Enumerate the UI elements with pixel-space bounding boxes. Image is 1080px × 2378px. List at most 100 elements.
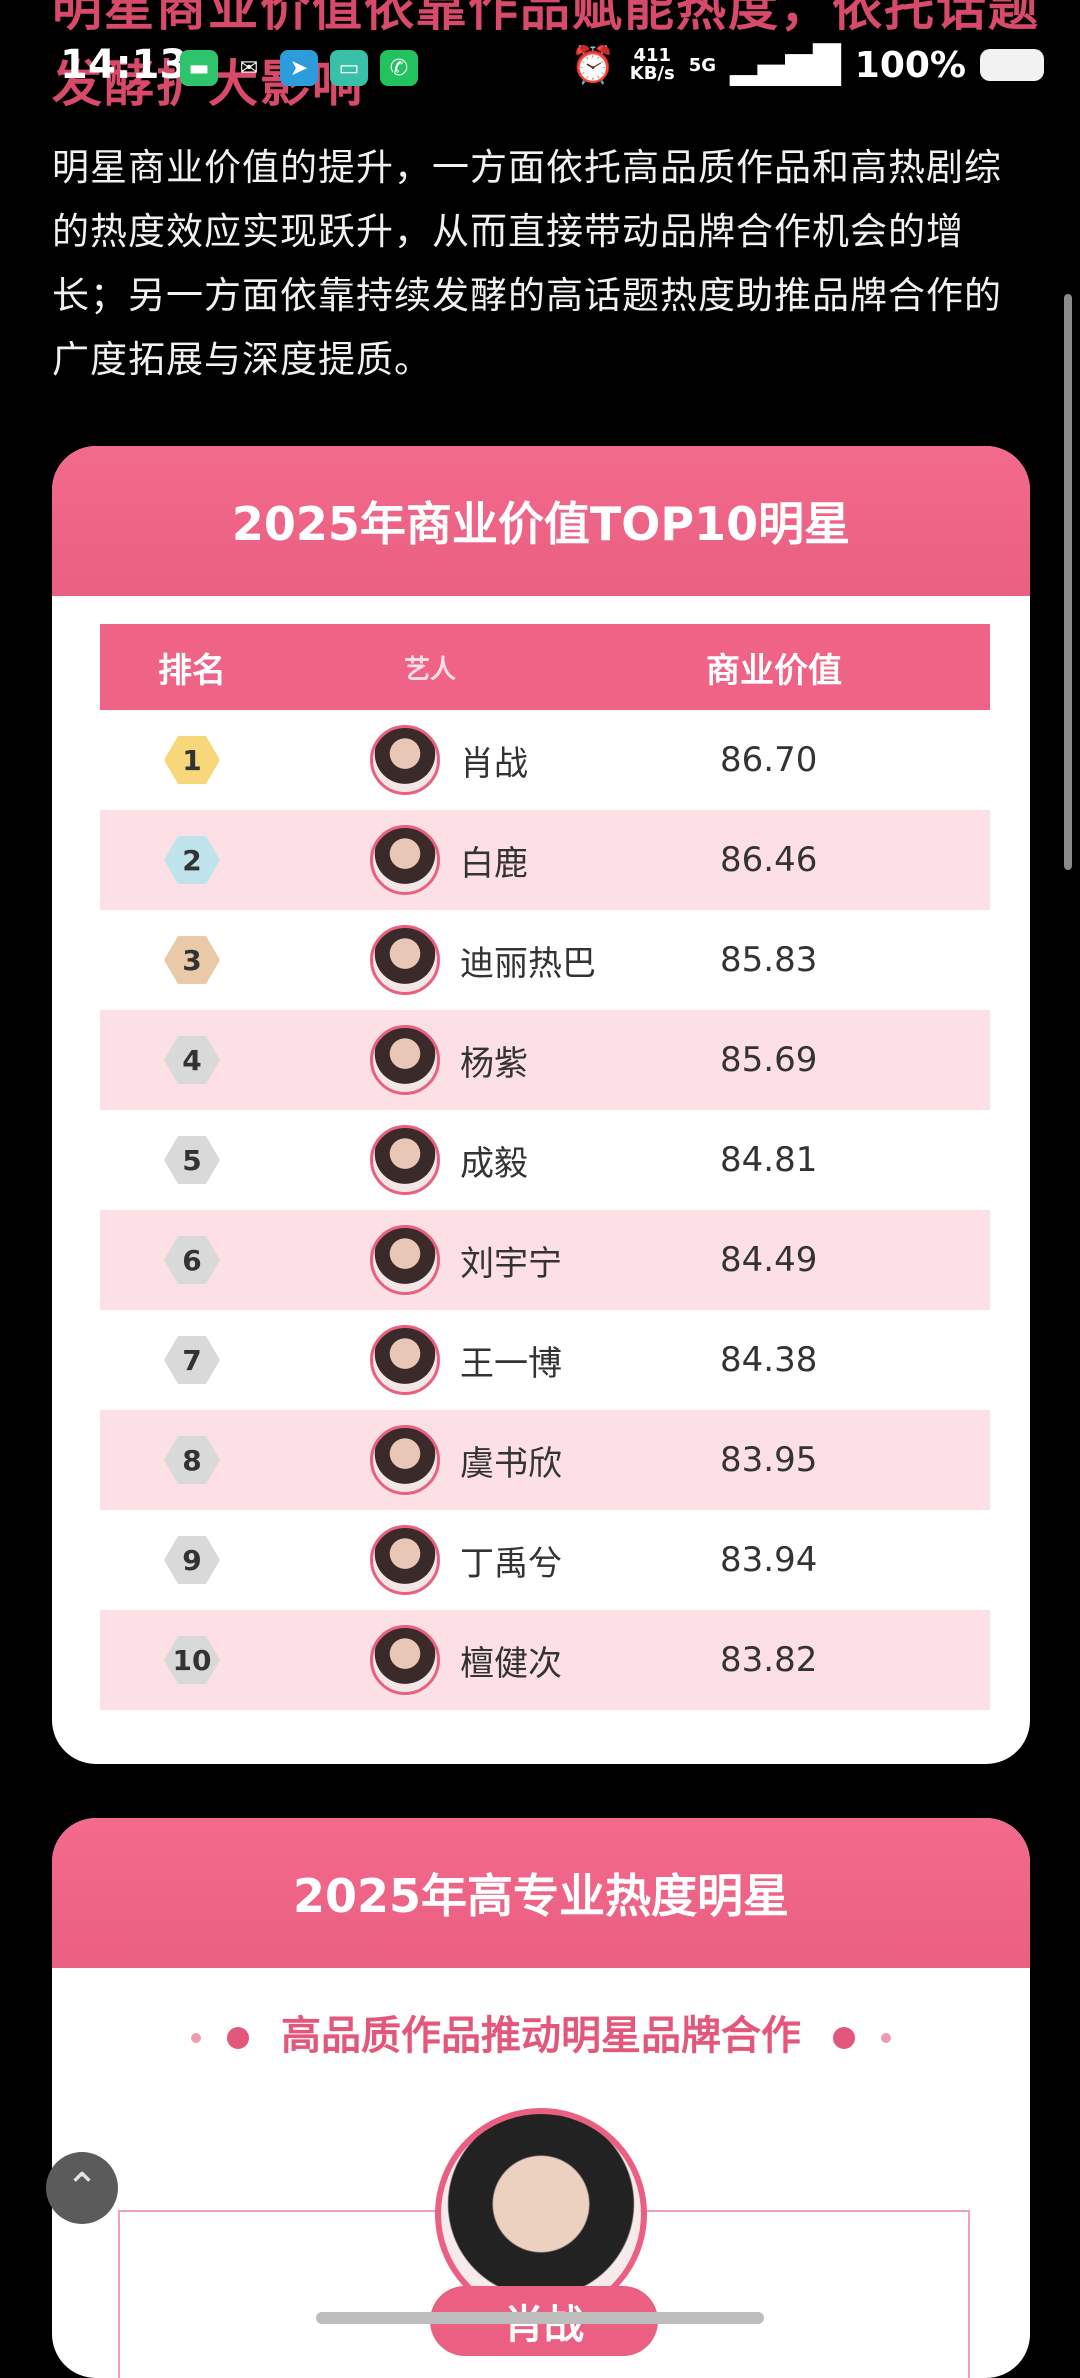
star-name: 檀健次 (460, 1643, 562, 1684)
rank-badge: 1 (164, 736, 220, 784)
home-indicator[interactable] (316, 2312, 764, 2324)
table-row[interactable]: 9 丁禹兮 83.94 (100, 1510, 990, 1610)
rank-cell: 1 (100, 736, 284, 784)
name-cell: 成毅 (284, 1125, 664, 1195)
dot-icon (227, 2027, 250, 2049)
telegram-icon: ➤ (280, 50, 318, 86)
name-cell: 虞书欣 (284, 1425, 664, 1495)
header-name: 艺人 (404, 654, 457, 685)
chat-icon: ▬ (180, 50, 218, 86)
top10-title: 2025年商业价值TOP10明星 (52, 446, 1030, 596)
value-cell: 84.49 (720, 1240, 818, 1280)
scroll-to-top-button[interactable]: ⌃ (46, 2152, 118, 2224)
avatar (370, 1325, 440, 1395)
table-row[interactable]: 4 杨紫 85.69 (100, 1010, 990, 1110)
rank-cell: 6 (100, 1236, 284, 1284)
network-type: 5G (688, 54, 717, 76)
name-cell: 肖战 (284, 725, 664, 795)
value-cell: 83.82 (720, 1640, 818, 1680)
name-cell: 白鹿 (284, 825, 664, 895)
status-bar: 明星商业价值依靠作品赋能热度，依托话题发酵扩大影响 14:13 ▬ ✉ ➤ ▭ … (0, 0, 1080, 140)
dot-icon (880, 2033, 891, 2043)
avatar (370, 1525, 440, 1595)
rank-badge: 7 (164, 1336, 220, 1384)
name-cell: 刘宇宁 (284, 1225, 664, 1295)
star-name: 虞书欣 (460, 1443, 562, 1484)
value-cell: 84.38 (720, 1340, 818, 1380)
rank-cell: 4 (100, 1036, 284, 1084)
top10-table: 排名 艺人 商业价值 1 肖战 86.70 2 白鹿 86.46 3 迪丽热巴 85.83 4 杨紫… (100, 624, 990, 1710)
value-cell: 83.94 (720, 1540, 818, 1580)
rank-badge: 9 (164, 1536, 220, 1584)
table-row[interactable]: 8 虞书欣 83.95 (100, 1410, 990, 1510)
avatar (370, 1625, 440, 1695)
table-row[interactable]: 5 成毅 84.81 (100, 1110, 990, 1210)
name-cell: 迪丽热巴 (284, 925, 664, 995)
dot-icon (191, 2033, 202, 2043)
table-row[interactable]: 10 檀健次 83.82 (100, 1610, 990, 1710)
chevron-up-icon: ⌃ (65, 2165, 99, 2211)
status-right: ⏰ 411 KB/s 5G ▂▄▆█ 100% (571, 44, 1044, 86)
message-icon: ▭ (330, 50, 368, 86)
value-cell: 83.95 (720, 1440, 818, 1480)
header-rank: 排名 (158, 650, 226, 691)
table-row[interactable]: 1 肖战 86.70 (100, 710, 990, 810)
star-name: 丁禹兮 (460, 1543, 562, 1584)
top10-card: 2025年商业价值TOP10明星 排名 艺人 商业价值 1 肖战 86.70 2 白鹿 8… (52, 446, 1030, 1764)
avatar (370, 1125, 440, 1195)
star-name: 迪丽热巴 (460, 943, 596, 984)
scrollbar[interactable] (1064, 294, 1072, 870)
pro-heat-title: 2025年高专业热度明星 (52, 1818, 1030, 1968)
speed-unit: KB/s (629, 63, 675, 84)
intro-paragraph: 明星商业价值的提升，一方面依托高品质作品和高热剧综的热度效应实现跃升，从而直接带… (52, 146, 1002, 381)
rank-badge: 10 (164, 1636, 220, 1684)
header-value: 商业价值 (706, 650, 842, 691)
avatar (370, 925, 440, 995)
star-name: 刘宇宁 (460, 1243, 562, 1284)
value-cell: 86.46 (720, 840, 818, 880)
value-cell: 85.69 (720, 1040, 818, 1080)
rank-badge: 2 (164, 836, 220, 884)
phone-icon: ✆ (380, 50, 418, 86)
avatar (370, 1425, 440, 1495)
avatar (370, 825, 440, 895)
table-row[interactable]: 6 刘宇宁 84.49 (100, 1210, 990, 1310)
rank-cell: 2 (100, 836, 284, 884)
avatar (370, 1025, 440, 1095)
network-speed: 411 KB/s (630, 47, 675, 83)
battery-percent: 100% (854, 44, 966, 86)
rank-badge: 8 (164, 1436, 220, 1484)
name-cell: 王一博 (284, 1325, 664, 1395)
avatar (370, 725, 440, 795)
value-cell: 86.70 (720, 740, 818, 780)
table-header: 排名 艺人 商业价值 (100, 624, 990, 710)
subtitle-text: 高品质作品推动明星品牌合作 (281, 2013, 801, 2059)
star-name: 成毅 (460, 1143, 528, 1184)
rank-cell: 8 (100, 1436, 284, 1484)
pro-heat-card: 2025年高专业热度明星 高品质作品推动明星品牌合作 肖战 (52, 1818, 1030, 2378)
value-cell: 85.83 (720, 940, 818, 980)
rank-cell: 5 (100, 1136, 284, 1184)
battery-icon (980, 49, 1044, 81)
table-row[interactable]: 3 迪丽热巴 85.83 (100, 910, 990, 1010)
star-name: 肖战 (460, 743, 528, 784)
rank-cell: 3 (100, 936, 284, 984)
rank-cell: 10 (100, 1636, 284, 1684)
value-cell: 84.81 (720, 1140, 818, 1180)
mail-icon: ✉ (239, 55, 259, 81)
alarm-icon: ⏰ (570, 45, 616, 86)
name-cell: 檀健次 (284, 1625, 664, 1695)
name-cell: 杨紫 (284, 1025, 664, 1095)
table-row[interactable]: 2 白鹿 86.46 (100, 810, 990, 910)
rank-badge: 3 (164, 936, 220, 984)
signal-icon: ▂▄▆█ (730, 44, 841, 86)
name-cell: 丁禹兮 (284, 1525, 664, 1595)
rank-badge: 6 (164, 1236, 220, 1284)
rank-badge: 4 (164, 1036, 220, 1084)
pro-heat-subtitle: 高品质作品推动明星品牌合作 (52, 2003, 1030, 2061)
rank-cell: 7 (100, 1336, 284, 1384)
star-name: 白鹿 (460, 843, 528, 884)
rank-badge: 5 (164, 1136, 220, 1184)
table-body: 1 肖战 86.70 2 白鹿 86.46 3 迪丽热巴 85.83 4 杨紫 85.69 5 成毅 84.… (100, 710, 990, 1710)
table-row[interactable]: 7 王一博 84.38 (100, 1310, 990, 1410)
